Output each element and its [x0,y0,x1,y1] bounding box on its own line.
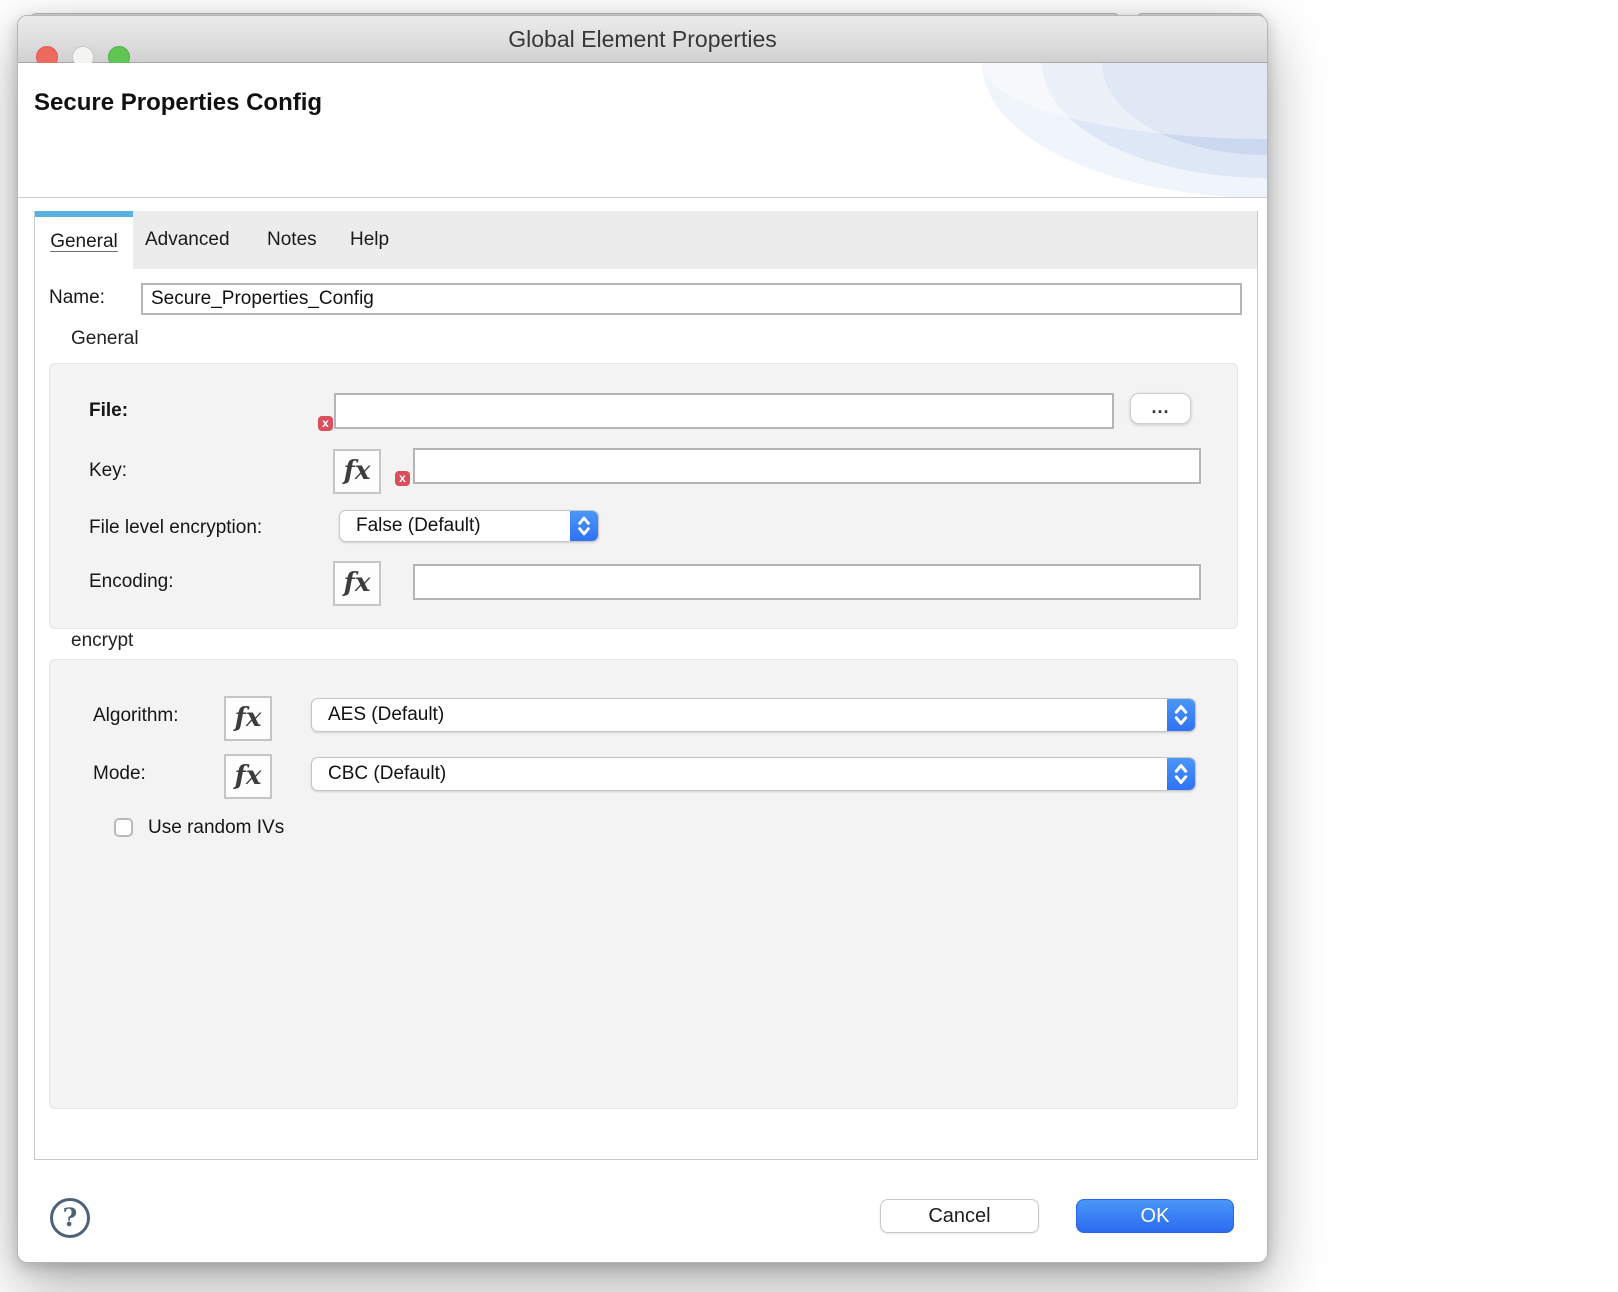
tab-help[interactable]: Help [350,211,389,269]
dropdown-stepper-icon [570,511,598,541]
tab-bar: General Advanced Notes Help [35,211,1257,269]
file-level-encryption-select[interactable]: False (Default) [339,510,599,542]
algorithm-expression-button[interactable]: fx [224,696,272,741]
fx-icon: fx [344,568,371,598]
dropdown-stepper-icon [1167,699,1195,731]
key-expression-button[interactable]: fx [333,449,381,494]
file-error-icon: x [318,416,333,431]
cancel-button[interactable]: Cancel [880,1199,1039,1233]
algorithm-value: AES (Default) [328,699,444,731]
mode-label: Mode: [93,763,146,785]
ok-button[interactable]: OK [1076,1199,1234,1233]
algorithm-select[interactable]: AES (Default) [311,698,1196,732]
tab-notes[interactable]: Notes [267,211,317,269]
key-error-icon: x [395,471,410,486]
file-level-encryption-value: False (Default) [356,511,481,541]
file-input[interactable] [334,393,1114,429]
page-title: Secure Properties Config [34,89,322,117]
help-button[interactable]: ? [50,1198,90,1238]
question-mark-icon: ? [53,1201,87,1235]
mode-value: CBC (Default) [328,758,446,790]
file-label: File: [89,400,128,422]
use-random-ivs-label: Use random IVs [148,817,284,839]
global-element-properties-dialog: Global Element Properties Secure Propert… [17,15,1268,1263]
encoding-label: Encoding: [89,571,174,593]
encoding-input[interactable] [413,564,1201,600]
algorithm-label: Algorithm: [93,705,179,727]
name-label: Name: [49,287,105,309]
fx-icon: fx [235,761,262,791]
file-level-encryption-label: File level encryption: [89,517,262,539]
title-bar[interactable]: Global Element Properties [18,16,1267,63]
screen: Global Element Properties Secure Propert… [0,0,1618,1292]
key-label: Key: [89,460,127,482]
tab-general[interactable]: General [35,211,133,269]
dropdown-stepper-icon [1167,758,1195,790]
fx-icon: fx [235,703,262,733]
dialog-header: Secure Properties Config [18,63,1267,198]
encoding-expression-button[interactable]: fx [333,561,381,606]
mode-select[interactable]: CBC (Default) [311,757,1196,791]
window-title: Global Element Properties [18,16,1267,63]
tab-general-label: General [50,231,118,252]
fx-icon: fx [344,456,371,486]
file-browse-button[interactable]: ... [1130,393,1191,424]
use-random-ivs-checkbox[interactable] [114,818,133,837]
key-input[interactable] [413,448,1201,484]
name-input[interactable] [141,283,1242,315]
tab-advanced[interactable]: Advanced [145,211,230,269]
general-group-title: General [71,328,139,350]
encrypt-group-title: encrypt [71,630,133,652]
mode-expression-button[interactable]: fx [224,754,272,799]
